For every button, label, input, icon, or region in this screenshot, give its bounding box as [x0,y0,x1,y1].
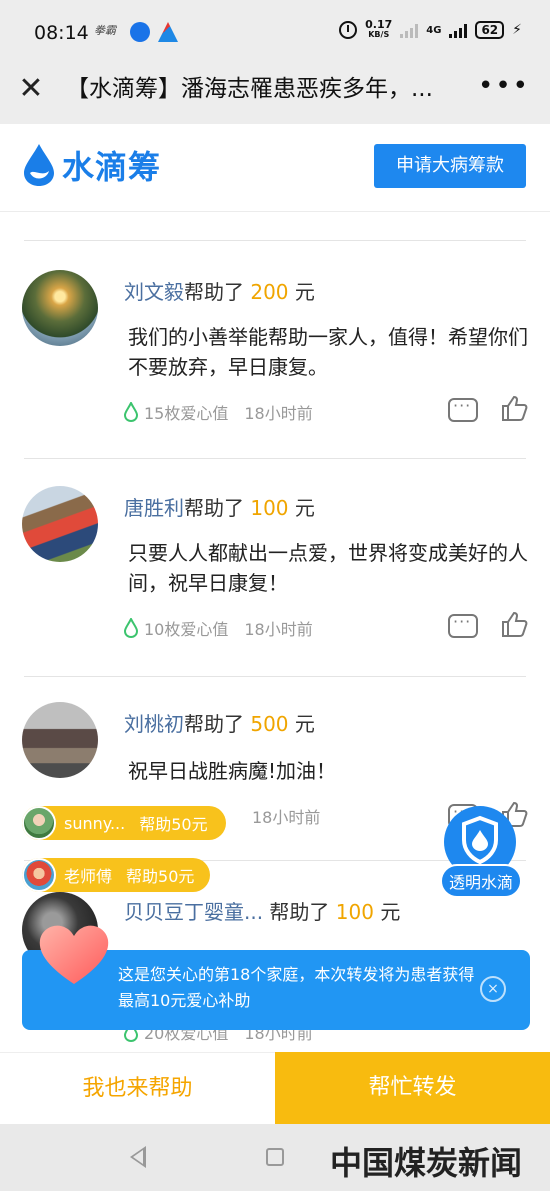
badge-label: 透明水滴 [440,864,522,898]
comment-meta: 10枚爱心值 18小时前 [124,616,313,640]
avatar[interactable] [22,270,98,346]
reply-icon[interactable] [448,612,478,638]
back-icon[interactable] [130,1146,146,1168]
donation-action: 帮助了 [263,900,336,924]
donation-action: 帮助了 [184,496,251,520]
donor-name[interactable]: 刘文毅 [124,280,184,304]
love-drop-icon [124,618,138,638]
donor-name[interactable]: 刘桃初 [124,712,184,736]
comment-header: 贝贝豆丁婴童... 帮助了 100 元 [124,896,400,925]
transparency-badge[interactable]: 透明水滴 [440,806,522,898]
donation-amount: 100 [250,496,289,520]
net-speed: 0.17 KB/S [365,18,393,40]
avatar[interactable] [22,486,98,562]
watermark: 中国煤炭新闻网 [330,1144,523,1191]
app-browser-icon [130,22,150,42]
comment-header: 唐胜利帮助了 100 元 [124,492,315,521]
donation-amount: 200 [250,280,289,304]
battery-icon: 62 [475,21,505,39]
home-icon[interactable] [266,1148,284,1166]
donation-action: 帮助了 [184,280,251,304]
chip-avatar [22,858,56,892]
comment-meta: 15枚爱心值 18小时前 [124,400,313,424]
page-title: 【水滴筹】潘海志罹患恶疾多年，... [66,76,433,102]
love-value: 10枚爱心值 [144,620,229,639]
chip-avatar [22,806,56,840]
chip-name: sunny... [64,813,126,833]
webview-titlebar: ✕ 【水滴筹】潘海志罹患恶疾多年，... ••• [0,66,550,124]
help-button[interactable]: 我也来帮助 [0,1052,275,1124]
donation-amount: 100 [335,900,374,924]
donation-unit: 元 [288,280,315,304]
avatar[interactable] [22,702,98,778]
alarm-clock-icon [339,21,358,39]
divider [24,240,526,241]
comment-time: 18小时前 [252,808,321,827]
donation-chip: 老师傅 帮助50元 [22,858,210,892]
app-header: 水滴筹 申请大病筹款 [0,124,550,212]
signal-2-icon [449,22,468,38]
apply-fundraising-button[interactable]: 申请大病筹款 [374,144,526,188]
comment-text: 我们的小善举能帮助一家人，值得！希望你们不要放弃，早日康复。 [128,325,528,379]
donation-unit: 元 [373,900,401,924]
water-drop-logo-icon [22,143,56,187]
close-icon[interactable]: ✕ [16,74,46,104]
love-value: 15枚爱心值 [144,404,229,423]
donation-action: 帮助了 [184,712,251,736]
status-time: 08:14 [34,22,89,44]
toast-text: 这是您关心的第18个家庭，本次转发将为患者获得最高10元爱心补助 [118,965,475,1010]
comment-time: 18小时前 [244,404,313,423]
donation-chip: sunny... 帮助50元 [22,806,226,840]
comment-header: 刘文毅帮助了 200 元 [124,276,315,305]
chip-name: 老师傅 [64,867,113,886]
logo[interactable]: 水滴筹 [22,142,161,188]
donation-amount: 500 [250,712,289,736]
comment-header: 刘桃初帮助了 500 元 [124,708,315,737]
charging-icon: ⚡ [512,22,522,38]
status-bar: 08:14 拳霸 0.17 KB/S 4G 62 ⚡ [0,0,550,66]
share-button[interactable]: 帮忙转发 [275,1052,550,1124]
donor-name[interactable]: 贝贝豆丁婴童... [124,900,263,924]
comment-text: 只要人人都献出一点爱，世界将变成美好的人间，祝早日康复！ [128,541,528,595]
comment-text: 祝早日战胜病魔!加油！ [128,759,337,783]
close-icon[interactable]: × [480,976,506,1002]
bottom-action-bar: 我也来帮助 帮忙转发 [0,1052,550,1124]
app-flag-icon [158,22,178,42]
logo-text: 水滴筹 [62,148,162,186]
donation-unit: 元 [288,712,315,736]
donation-unit: 元 [288,496,315,520]
net-speed-unit: KB/S [368,30,390,39]
signal-1-icon [400,22,419,38]
net-speed-value: 0.17 [365,18,393,31]
network-type: 4G [426,24,442,36]
divider [24,458,526,459]
heart-icon [39,925,109,984]
donor-name[interactable]: 唐胜利 [124,496,184,520]
comment-time: 18小时前 [244,620,313,639]
reply-icon[interactable] [448,396,478,422]
divider [24,676,526,677]
like-icon[interactable] [500,394,528,422]
chip-label: 帮助50元 [126,867,195,886]
app-notification-icon: 拳霸 [94,24,116,37]
love-drop-icon [124,402,138,422]
status-indicators: 0.17 KB/S 4G 62 ⚡ [339,18,522,40]
system-navbar: 中国煤炭新闻网 [0,1124,550,1191]
more-menu-icon[interactable]: ••• [478,73,530,99]
chip-label: 帮助50元 [139,815,208,834]
like-icon[interactable] [500,610,528,638]
status-app-icons: 拳霸 [94,22,178,42]
